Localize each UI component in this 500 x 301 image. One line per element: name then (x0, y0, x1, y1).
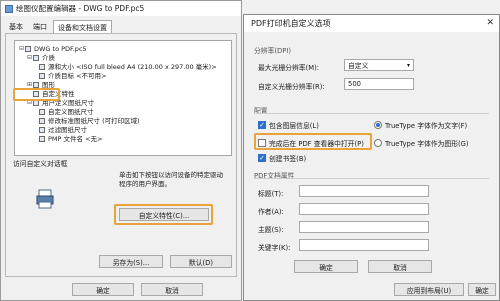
tree-label: 源和大小 <ISO full bleed A4 (210.00 x 297.00… (48, 63, 217, 71)
truetype-graphics-radio[interactable]: TrueType 字体作为图形(G) (374, 138, 469, 148)
apply-to-layout-button[interactable]: 应用到布局(U) (394, 283, 464, 296)
default-button[interactable]: 默认(D) (170, 255, 232, 268)
tree-item-source-size[interactable]: 源和大小 <ISO full bleed A4 (210.00 x 297.00… (39, 63, 217, 71)
title-label: 标题(T): (258, 190, 284, 198)
collapse-icon: ⊟ (27, 54, 33, 61)
paper-icon (39, 109, 45, 115)
tree-label: 自定义图纸尺寸 (48, 108, 94, 116)
pdf-custom-options-dialog: PDF打印机自定义选项 ✕ 分辨率(DPI) 最大光栅分辨率(M): 自定义 ▾… (243, 14, 500, 301)
save-as-button[interactable]: 另存为(S)... (99, 255, 163, 268)
tree-label: 过滤图纸尺寸 (48, 126, 87, 134)
right-ok-button[interactable]: 确定 (294, 260, 358, 273)
file-icon (39, 136, 45, 142)
create-bookmarks-label: 创建书签(B) (269, 155, 307, 163)
max-res-label: 最大光栅分辨率(M): (258, 64, 320, 72)
include-layer-label: 包含图层信息(L) (269, 122, 319, 130)
paper-icon (39, 118, 45, 124)
author-label: 作者(A): (258, 208, 284, 216)
media-icon (33, 55, 39, 61)
tree-item-media-dest[interactable]: 介质目标 <不可用> (39, 72, 106, 80)
max-res-select[interactable]: 自定义 ▾ (344, 59, 414, 71)
include-layer-checkbox[interactable]: ✓ 包含图层信息(L) (258, 120, 319, 130)
tree-item-pmp[interactable]: PMP 文件名 <无> (39, 135, 102, 143)
open-in-viewer-highlight (254, 133, 372, 150)
plotter-config-dialog: 绘图仪配置编辑器 - DWG to PDF.pc5 基本 端口 设备和文档设置 … (0, 0, 242, 301)
left-titlebar: 绘图仪配置编辑器 - DWG to PDF.pc5 (1, 1, 241, 16)
keywords-input[interactable] (299, 239, 429, 251)
plotter-icon (25, 46, 31, 52)
tree-item-modify-sizes[interactable]: 修改标准图纸尺寸 (可打印区域) (39, 117, 140, 125)
title-input[interactable] (299, 185, 429, 197)
filter-icon (39, 127, 45, 133)
printer-icon (36, 189, 54, 209)
custom-res-label: 自定义光栅分辨率(R): (258, 83, 325, 91)
create-bookmarks-checkbox[interactable]: ✓ 创建书签(B) (258, 153, 306, 163)
keywords-label: 关键字(K): (258, 244, 291, 252)
tree-label: 修改标准图纸尺寸 (可打印区域) (48, 117, 140, 125)
left-dialog-title: 绘图仪配置编辑器 - DWG to PDF.pc5 (16, 4, 145, 13)
max-res-value: 自定义 (348, 62, 369, 70)
divider (254, 178, 489, 179)
chevron-down-icon: ▾ (406, 61, 410, 69)
tree-item-media[interactable]: ⊟ 介质 (27, 54, 55, 62)
paper-icon (39, 73, 45, 79)
radio-icon (374, 139, 382, 147)
tree-label: DWG to PDF.pc5 (34, 45, 87, 53)
close-icon[interactable]: ✕ (486, 18, 494, 28)
truetype-graphics-label: TrueType 字体作为图形(G) (385, 140, 469, 148)
custom-dialog-section-label: 访问自定义对话框 (13, 160, 68, 168)
tree-item-root[interactable]: ⊟ DWG to PDF.pc5 (19, 45, 87, 53)
check-icon: ✓ (258, 154, 266, 162)
collapse-icon: ⊟ (19, 45, 25, 52)
subject-input[interactable] (299, 221, 429, 233)
tree-label: 介质 (42, 54, 55, 62)
right-titlebar: PDF打印机自定义选项 ✕ (244, 15, 499, 32)
custom-props-button-highlight (114, 204, 213, 225)
left-ok-button[interactable]: 确定 (72, 283, 134, 296)
subject-label: 主题(S): (258, 226, 284, 234)
custom-dialog-description: 单击如下按钮以访问设备的特定驱动程序的用户界面。 (119, 171, 223, 188)
radio-icon (374, 121, 382, 129)
resolution-section-label: 分辨率(DPI) (254, 47, 292, 55)
right-dialog-title: PDF打印机自定义选项 (251, 19, 331, 28)
truetype-text-label: TrueType 字体作为文字(F) (385, 122, 468, 130)
check-icon: ✓ (258, 121, 266, 129)
plotter-icon (5, 4, 13, 13)
tree-item-custom-sizes[interactable]: 自定义图纸尺寸 (39, 108, 94, 116)
right-bottom-ok-button[interactable]: 确定 (468, 283, 496, 296)
custom-res-input[interactable]: 500 (344, 78, 414, 90)
divider (254, 113, 489, 114)
truetype-text-radio[interactable]: TrueType 字体作为文字(F) (374, 120, 467, 130)
right-cancel-button[interactable]: 取消 (368, 260, 432, 273)
tree-label: PMP 文件名 <无> (48, 135, 103, 143)
settings-panel: ⊟ DWG to PDF.pc5 ⊟ 介质 源和大小 <ISO full bleed… (5, 33, 237, 277)
custom-props-highlight (13, 88, 60, 101)
tree-item-filter-sizes[interactable]: 过滤图纸尺寸 (39, 126, 87, 134)
tree-label: 介质目标 <不可用> (48, 72, 107, 80)
paper-icon (39, 64, 45, 70)
author-input[interactable] (299, 203, 429, 215)
left-cancel-button[interactable]: 取消 (141, 283, 203, 296)
